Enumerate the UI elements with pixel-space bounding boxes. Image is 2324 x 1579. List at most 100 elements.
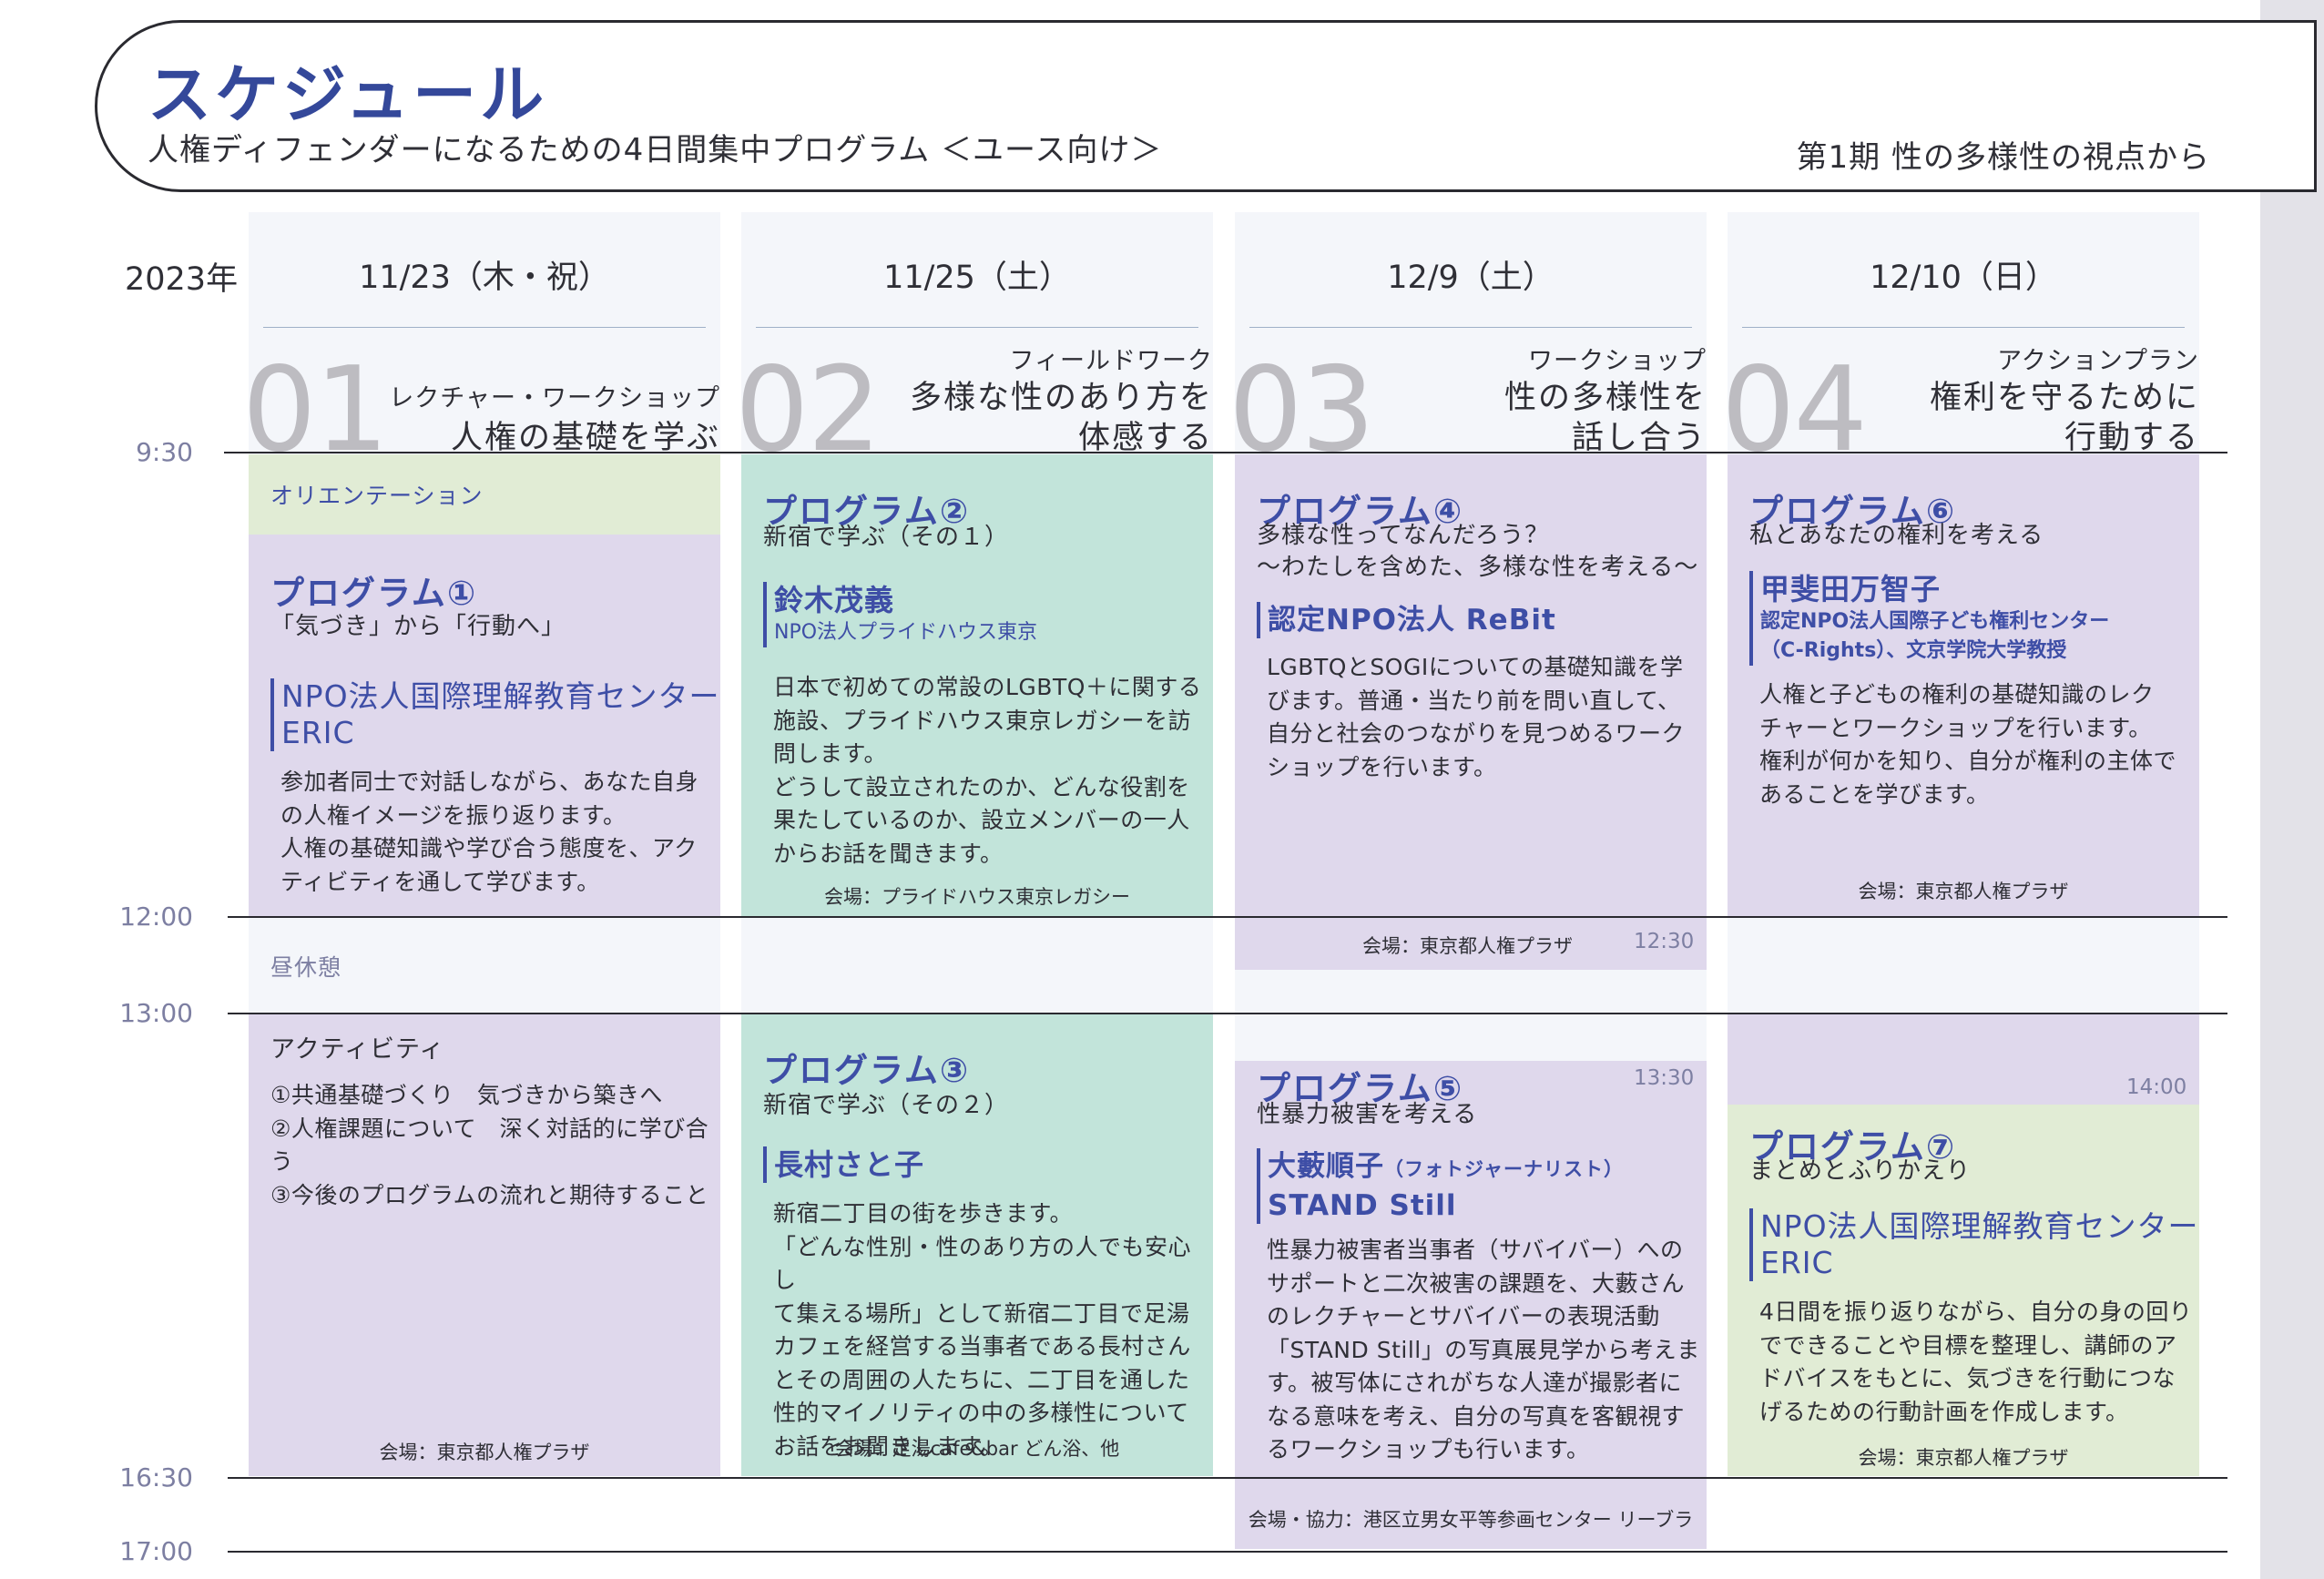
program7-org-line1: NPO法人国際理解教育センター [1760, 1208, 2199, 1244]
program1-subtitle: 「気づき」から「行動へ」 [270, 613, 566, 640]
desc-line: どうして設立されたのか、どんな役割を [773, 773, 1190, 800]
desc-line: ショップを行います。 [1267, 753, 1497, 780]
program5-start-time: 13:30 [1634, 1066, 1695, 1090]
desc-line: LGBTQとSOGIについての基礎知識を学 [1267, 654, 1684, 680]
desc-line: 自分と社会のつながりを見つめるワーク [1267, 720, 1686, 747]
program5-subtitle: 性暴力被害を考える [1257, 1101, 1478, 1128]
time-label-1300: 13:00 [119, 998, 193, 1028]
page-title: スケジュール [148, 57, 548, 132]
program2-subtitle: 新宿で学ぶ（その１） [763, 524, 1010, 551]
program7-organization: NPO法人国際理解教育センター ERIC [1749, 1208, 2199, 1281]
activity-title: アクティビティ [270, 1035, 445, 1064]
desc-line: 権利が何かを知り、自分が権利の主体で [1759, 748, 2177, 774]
desc-line: 問します。 [773, 740, 888, 767]
day2-lunch-cell [741, 917, 1213, 1014]
program3-speaker: 長村さと子 [763, 1146, 924, 1183]
timeline-1630 [228, 1477, 2227, 1479]
period-label: 第1期 性の多様性の視点から [1796, 139, 2210, 176]
day3-break-cell [1235, 970, 1707, 1061]
program4-subtitle-line2: 〜わたしを含めた、多様な性を考える〜 [1257, 554, 1699, 581]
program5-description: 性暴力被害者当事者（サバイバー）への サポートと二次被害の課題を、大藪さん のレ… [1267, 1234, 1700, 1467]
activity-item: ③今後のプログラムの流れと期待すること [270, 1181, 709, 1208]
day1-venue: 会場：東京都人権プラザ [379, 1441, 590, 1463]
day4-program6-cell: プログラム⑥ 私とあなたの権利を考える 甲斐田万智子 認定NPO法人国際子ども権… [1728, 454, 2199, 917]
program3-venue: 会場：足湯cafe&bar どん浴、他 [834, 1438, 1120, 1460]
program5-speaker-line: 大藪順子（フォトジャーナリスト） [1268, 1148, 1624, 1187]
day3-divider [1249, 327, 1692, 328]
timeline-1200 [228, 916, 2227, 918]
day2-divider [756, 327, 1198, 328]
right-margin-strip [2260, 0, 2324, 1579]
program2-description: 日本で初めての常設のLGBTQ＋に関する 施設、プライドハウス東京レガシーを訪 … [773, 671, 1201, 871]
desc-line: チャーとワークショップを行います。 [1759, 714, 2152, 741]
orientation-label: オリエンテーション [270, 483, 484, 509]
desc-line: ドバイスをもとに、気づきを行動につな [1759, 1365, 2176, 1391]
day2-date: 11/25（土） [883, 260, 1071, 296]
desc-line: ティビティを通して学びます。 [280, 868, 600, 895]
day3-title-line1: 性の多様性を [1503, 380, 1707, 416]
desc-line: るワークショップも行います。 [1267, 1436, 1590, 1462]
program1-org-line1: NPO法人国際理解教育センター [281, 678, 720, 714]
lunch-label: 昼休憩 [270, 954, 342, 981]
desc-line: 人権の基礎知識や学び合う態度を、アク [280, 835, 698, 861]
program2-venue: 会場：プライドハウス東京レガシー [824, 886, 1130, 908]
day1-program1-cell: プログラム① 「気づき」から「行動へ」 NPO法人国際理解教育センター ERIC… [249, 535, 720, 917]
program4-organization: 認定NPO法人 ReBit [1257, 602, 1556, 638]
time-label-1630: 16:30 [119, 1462, 193, 1492]
program3-subtitle: 新宿で学ぶ（その２） [763, 1092, 1010, 1119]
program1-title: プログラム① [270, 574, 478, 613]
day1-date: 11/23（木・祝） [359, 260, 610, 296]
program5-speaker: 大藪順子（フォトジャーナリスト） STAND Still [1257, 1148, 1624, 1224]
program6-affiliation-line1: 認定NPO法人国際子ども権利センター [1760, 610, 2110, 633]
day4-date: 12/10（日） [1870, 260, 2057, 296]
desc-line: のレクチャーとサバイバーの表現活動 [1267, 1303, 1660, 1329]
desc-line: びます。普通・当たり前を問い直して、 [1267, 687, 1681, 714]
program4-description: LGBTQとSOGIについての基礎知識を学 びます。普通・当たり前を問い直して、… [1267, 651, 1685, 784]
day1-type: レクチャー・ワークショップ [389, 384, 720, 413]
day4-program7-cell: プログラム⑦ まとめとふりかえり NPO法人国際理解教育センター ERIC 4日… [1728, 1105, 2199, 1476]
day4-type: アクションプラン [1997, 347, 2199, 375]
day1-divider [263, 327, 706, 328]
program7-subtitle: まとめとふりかえり [1749, 1157, 1972, 1185]
day2-title-line1: 多様な性のあり方を [909, 380, 1213, 416]
day3-date: 12/9（土） [1387, 260, 1554, 296]
day1-activity-cell: アクティビティ ①共通基礎づくり 気づきから築きへ ②人権課題について 深く対話… [249, 1014, 720, 1476]
desc-line: あることを学びます。 [1759, 780, 1990, 808]
desc-line: とその周囲の人たちに、二丁目を通した [773, 1366, 1190, 1393]
day4-title-line1: 権利を守るために [1929, 380, 2199, 416]
program6-speaker: 甲斐田万智子 認定NPO法人国際子ども権利センター （C-Rights）、文京学… [1749, 571, 2109, 666]
desc-line: 果たしているのか、設立メンバーの一人 [773, 807, 1190, 833]
program5-organization: STAND Still [1268, 1189, 1457, 1222]
program6-affiliation-line2: （C-Rights）、文京学院大学教授 [1760, 639, 2067, 662]
day3-type: ワークショップ [1528, 347, 1707, 375]
desc-line: なる意味を考え、自分の写真を客観視す [1267, 1402, 1686, 1430]
desc-line: げるための行動計画を作成します。 [1759, 1398, 2129, 1425]
day4-divider [1742, 327, 2185, 328]
time-label-1200: 12:00 [119, 902, 193, 932]
day4-break-cell: 14:00 [1728, 1014, 2199, 1105]
program3-title: プログラム③ [763, 1051, 971, 1090]
desc-line: からお話を聞きます。 [773, 840, 1004, 867]
timeline-0930 [224, 452, 2227, 453]
timeline-1700 [228, 1551, 2227, 1553]
program6-subtitle: 私とあなたの権利を考える [1749, 522, 2044, 549]
desc-line: 施設、プライドハウス東京レガシーを訪 [773, 707, 1192, 734]
desc-line: 日本で初めての常設のLGBTQ＋に関する [773, 674, 1202, 700]
program7-description: 4日間を振り返りながら、自分の身の回り でできることや目標を整理し、講師のア ド… [1759, 1296, 2192, 1429]
desc-line: 性暴力被害者当事者（サバイバー）への [1267, 1237, 1684, 1263]
program5-speaker-name: 大藪順子 [1268, 1150, 1384, 1183]
desc-line: サポートと二次被害の課題を、大藪さん [1267, 1269, 1686, 1297]
timeline-1300 [228, 1013, 2227, 1014]
program4-subtitle-line1: 多様な性ってなんだろう？ [1257, 522, 1550, 549]
program5-speaker-role: （フォトジャーナリスト） [1384, 1158, 1624, 1180]
program1-organization: NPO法人国際理解教育センター ERIC [270, 678, 720, 751]
program7-start-time: 14:00 [2126, 1075, 2187, 1099]
program3-speaker-name: 長村さと子 [774, 1147, 925, 1182]
day3-program5-cell: 13:30 プログラム⑤ 性暴力被害を考える 大藪順子（フォトジャーナリスト） … [1235, 1061, 1707, 1549]
desc-line: 新宿二丁目の街を歩きます。 [773, 1200, 1074, 1227]
desc-line: 「STAND Still」の写真展見学から考えま [1267, 1336, 1700, 1363]
program1-org-line2: ERIC [281, 715, 355, 750]
activity-item: ①共通基礎づくり 気づきから築きへ [270, 1082, 663, 1108]
program7-venue: 会場：東京都人権プラザ [1858, 1447, 2069, 1469]
year-label: 2023年 [125, 261, 239, 298]
